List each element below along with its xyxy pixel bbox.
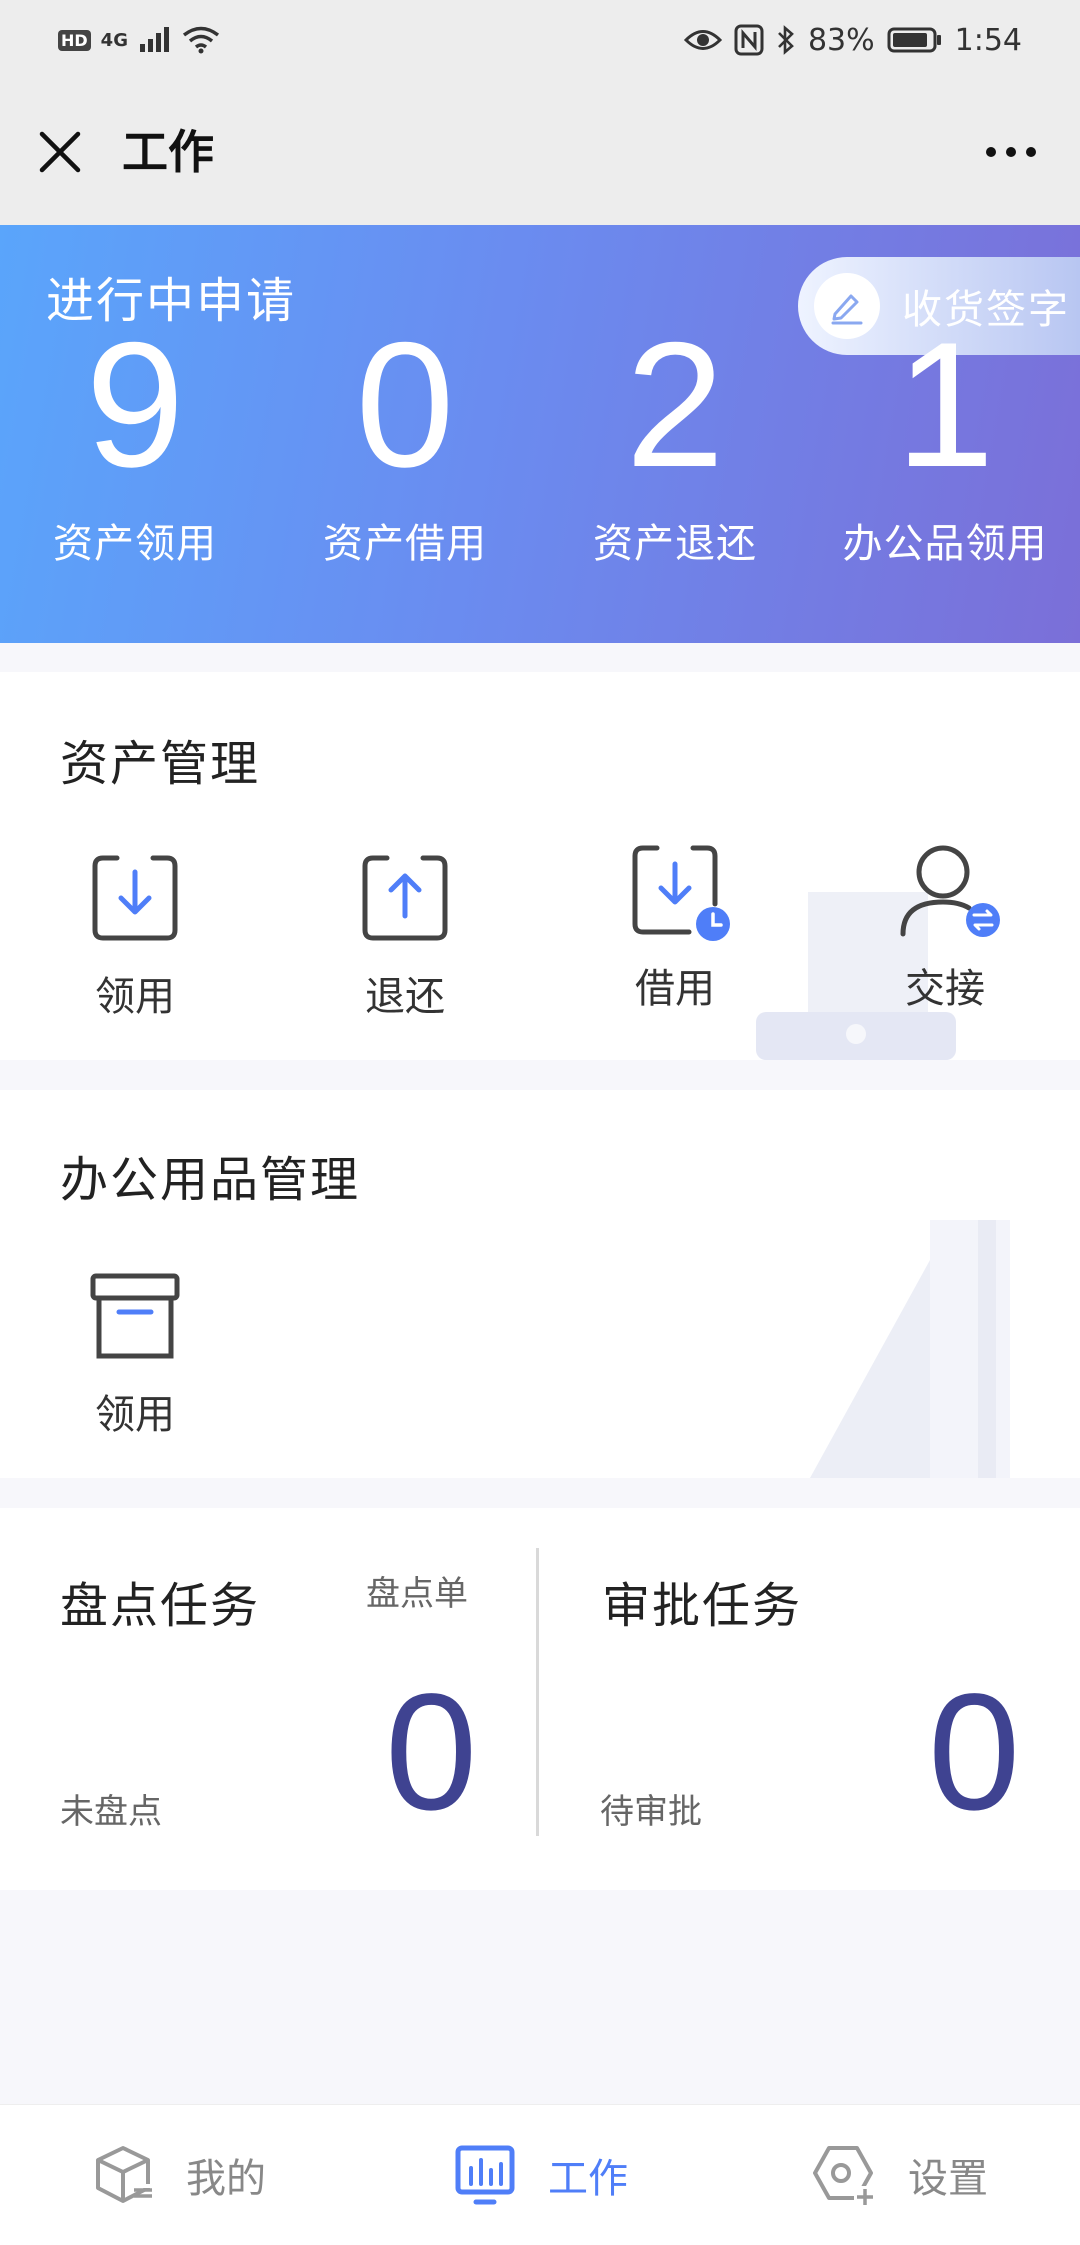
stat-asset-borrow[interactable]: 0 资产借用: [270, 305, 540, 569]
status-bar: HD 4G 83% 1:54: [0, 0, 1080, 80]
stat-value: 2: [625, 305, 725, 504]
tab-mine[interactable]: 我的: [92, 2105, 266, 2245]
wifi-icon: [182, 26, 220, 54]
status-left: HD 4G: [58, 22, 220, 58]
approval-task-title: 审批任务: [602, 1578, 803, 1634]
pending-requests-banner: 进行中申请 收货签字 9 资产领用 0 资产借用 2 资产退还 1 办公品领用: [0, 225, 1080, 643]
chart-icon: [455, 2145, 515, 2205]
borrow-icon: [627, 842, 730, 946]
item-label: 交接: [905, 966, 985, 1012]
inventory-pending-count: 0: [385, 1660, 478, 1845]
asset-return-item[interactable]: 退还: [305, 850, 505, 1022]
more-dot: [1026, 147, 1036, 157]
tab-settings[interactable]: 设置: [810, 2105, 988, 2245]
approval-pending-count: 0: [928, 1660, 1021, 1845]
approval-pending-label: 待审批: [600, 1792, 702, 1832]
stat-value: 1: [895, 305, 995, 504]
inventory-pending-label: 未盘点: [60, 1792, 162, 1832]
close-button[interactable]: [34, 126, 86, 178]
status-right: 83% 1:54: [683, 18, 1022, 62]
office-receive-item[interactable]: 领用: [35, 1268, 235, 1440]
stat-office-receive[interactable]: 1 办公品领用: [810, 305, 1080, 569]
decorative-chart-illustration: [810, 1220, 1010, 1478]
asset-handover-item[interactable]: 交接: [845, 842, 1045, 1014]
battery-percent: 83%: [807, 22, 875, 58]
stat-label: 资产退还: [593, 521, 757, 567]
clock: 1:54: [954, 22, 1022, 58]
stat-asset-receive[interactable]: 9 资产领用: [0, 305, 270, 569]
nfc-icon: [734, 24, 764, 56]
signal-icon: [139, 27, 169, 52]
top-bar: 工作: [0, 80, 1080, 225]
receive-icon: [87, 850, 183, 946]
item-label: 退还: [365, 974, 445, 1020]
item-label: 领用: [95, 1392, 175, 1438]
asset-receive-item[interactable]: 领用: [35, 850, 235, 1022]
stat-value: 9: [85, 305, 185, 504]
inventory-task-panel[interactable]: 盘点任务 盘点单 未盘点 0: [0, 1508, 536, 1890]
item-label: 领用: [95, 974, 175, 1020]
cube-icon: [96, 2146, 152, 2203]
page-title: 工作: [122, 125, 214, 179]
hd-badge: HD: [58, 29, 91, 51]
stat-value: 0: [355, 305, 455, 504]
inventory-task-title: 盘点任务: [60, 1578, 261, 1634]
approval-task-panel[interactable]: 审批任务 待审批 0: [540, 1508, 1080, 1890]
office-supplies-title: 办公用品管理: [60, 1152, 361, 1208]
handover-icon: [897, 842, 1000, 946]
close-icon: [39, 131, 81, 173]
more-button[interactable]: [986, 140, 1044, 164]
bottom-tab-bar: 我的 工作 设置: [0, 2104, 1080, 2245]
stat-label: 资产借用: [323, 521, 487, 567]
more-icon: [986, 147, 996, 157]
network-type: 4G: [100, 29, 128, 51]
office-supplies-card: 办公用品管理 领用: [0, 1090, 1080, 1478]
return-icon: [357, 850, 453, 946]
eye-icon: [683, 30, 722, 50]
battery-icon: [887, 27, 941, 53]
tab-work[interactable]: 工作: [454, 2105, 628, 2245]
settings-icon: [813, 2146, 876, 2208]
box-icon: [87, 1268, 183, 1364]
asset-borrow-item[interactable]: 借用: [575, 842, 775, 1014]
more-dot: [1006, 147, 1016, 157]
tab-label: 设置: [908, 2156, 988, 2202]
asset-management-card: 资产管理 领用 退还 借用 交接: [0, 672, 1080, 1060]
item-label: 借用: [635, 966, 715, 1012]
asset-management-title: 资产管理: [60, 736, 261, 792]
tasks-card: 盘点任务 盘点单 未盘点 0 审批任务 待审批 0: [0, 1508, 1080, 1890]
stat-asset-return[interactable]: 2 资产退还: [540, 305, 810, 569]
stat-label: 资产领用: [53, 521, 217, 567]
bluetooth-icon: [778, 25, 794, 55]
task-divider: [536, 1548, 539, 1836]
stat-label: 办公品领用: [842, 521, 1048, 567]
tab-label: 工作: [548, 2156, 628, 2202]
inventory-list-link[interactable]: 盘点单: [366, 1566, 468, 1615]
tab-label: 我的: [186, 2156, 266, 2202]
